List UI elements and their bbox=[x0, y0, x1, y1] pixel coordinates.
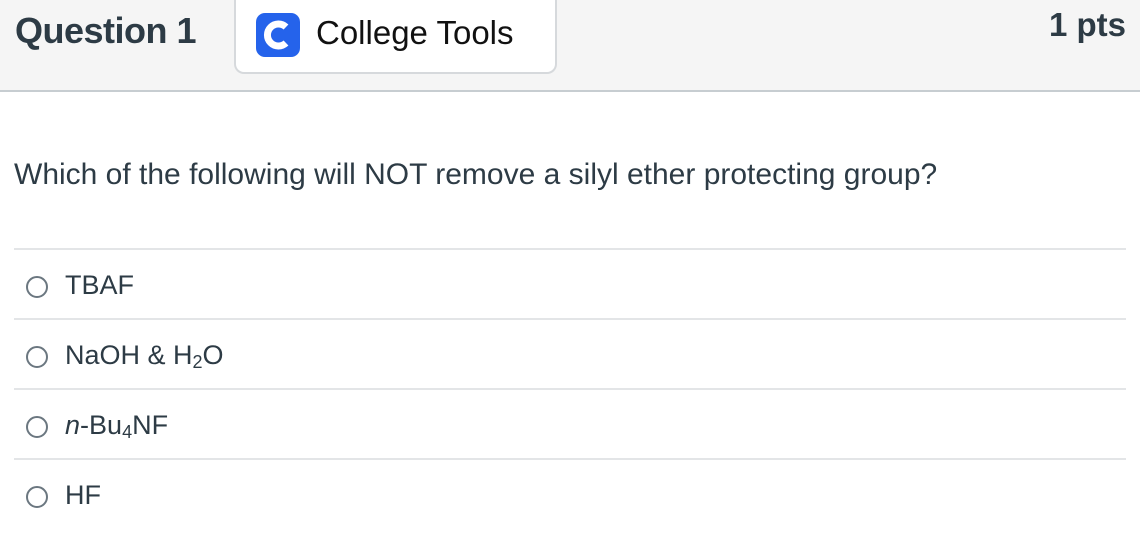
radio-button[interactable] bbox=[26, 346, 48, 368]
college-tools-label: College Tools bbox=[316, 14, 514, 51]
college-tools-logo-icon bbox=[256, 13, 300, 57]
college-tools-button[interactable]: College Tools bbox=[234, 0, 557, 74]
answer-list: TBAF NaOH & H2O n-Bu4NF HF bbox=[14, 248, 1126, 528]
radio-button[interactable] bbox=[26, 416, 48, 438]
answer-label: n-Bu4NF bbox=[65, 410, 169, 442]
answer-label: NaOH & H2O bbox=[65, 340, 224, 372]
question-title: Question 1 bbox=[15, 10, 197, 51]
answer-label: TBAF bbox=[65, 270, 135, 300]
question-text: Which of the following will NOT remove a… bbox=[14, 158, 938, 191]
answer-option-tbaf[interactable]: TBAF bbox=[14, 248, 1126, 318]
question-header: Question 1 College Tools 1 pts bbox=[0, 0, 1140, 92]
answer-option-n-bu4nf[interactable]: n-Bu4NF bbox=[14, 388, 1126, 458]
radio-button[interactable] bbox=[26, 486, 48, 508]
points-label: 1 pts bbox=[1048, 6, 1126, 43]
answer-label: HF bbox=[65, 480, 101, 510]
answer-option-naoh-h2o[interactable]: NaOH & H2O bbox=[14, 318, 1126, 388]
answer-option-hf[interactable]: HF bbox=[14, 458, 1126, 528]
radio-button[interactable] bbox=[26, 276, 48, 298]
